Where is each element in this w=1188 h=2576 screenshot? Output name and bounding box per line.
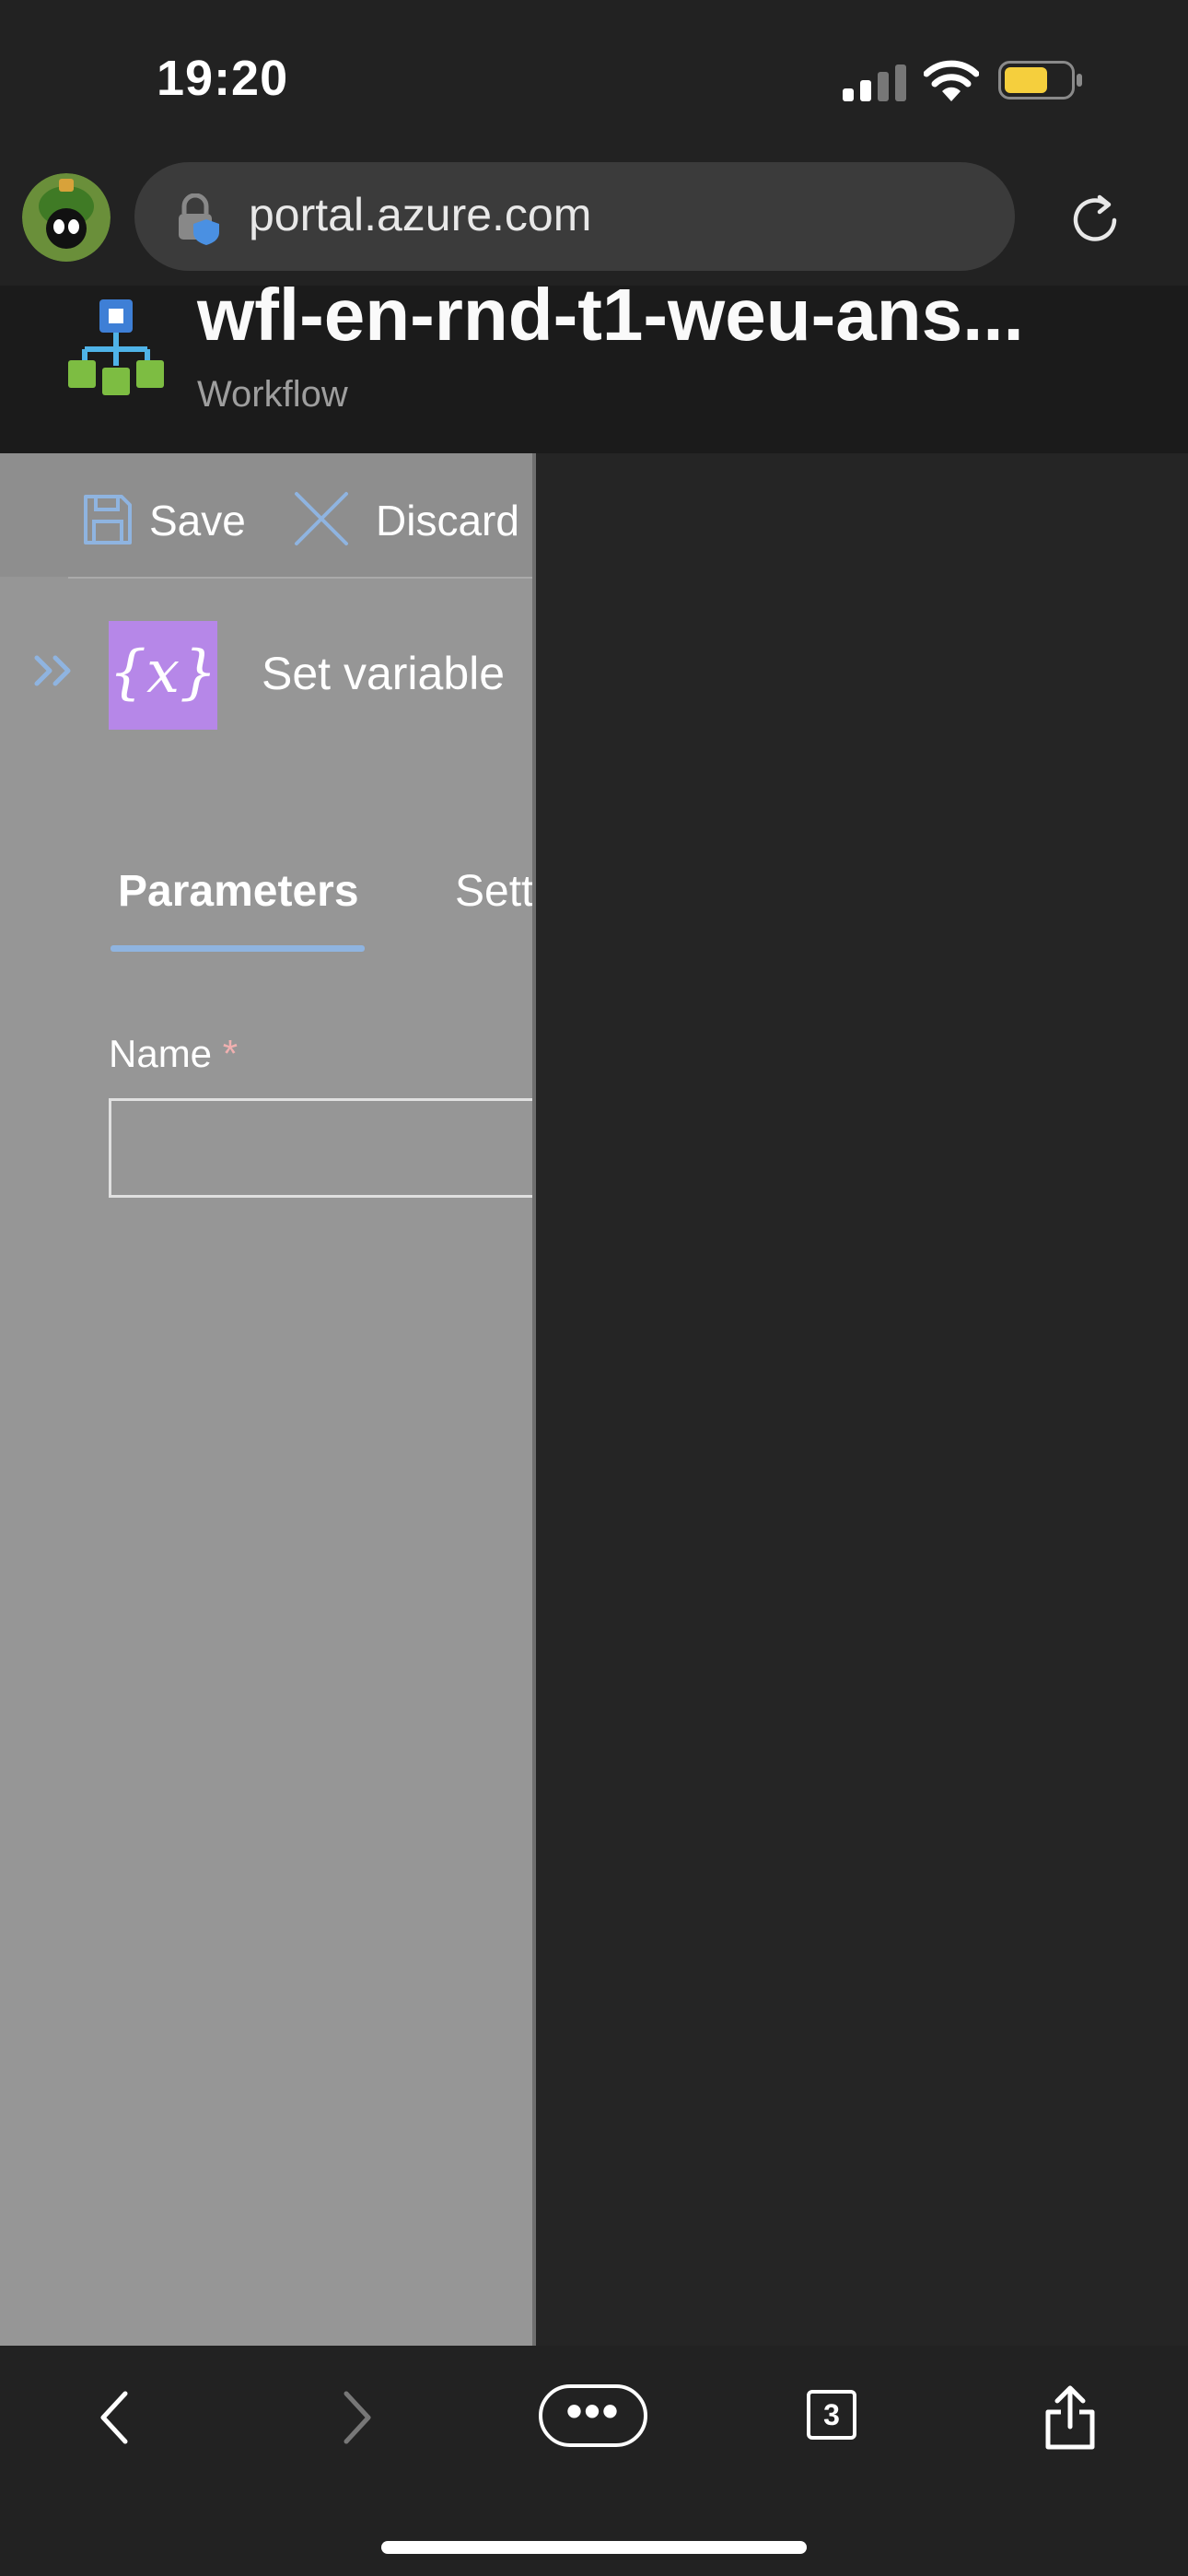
variable-icon-glyph: {x}: [109, 638, 217, 707]
resource-type-label: Workflow: [197, 374, 348, 415]
tabs-button[interactable]: 3: [807, 2390, 856, 2440]
action-title[interactable]: Set variable: [262, 647, 505, 700]
save-icon[interactable]: [83, 494, 133, 545]
status-time: 19:20: [157, 51, 289, 106]
tab-parameters[interactable]: Parameters: [118, 866, 359, 917]
name-input[interactable]: [109, 1098, 532, 1198]
back-chevron-icon[interactable]: [92, 2388, 138, 2447]
url-text[interactable]: portal.azure.com: [249, 188, 591, 241]
variable-icon: {x}: [109, 621, 217, 730]
forward-chevron-icon[interactable]: [333, 2388, 379, 2447]
save-button[interactable]: Save: [149, 496, 246, 545]
designer-canvas: [536, 453, 1188, 2346]
share-icon[interactable]: [1042, 2384, 1098, 2451]
action-details-panel: Save Discard {x} Set variable Parameters…: [0, 453, 532, 2346]
wifi-icon: [924, 60, 979, 101]
tab-count: 3: [823, 2398, 840, 2431]
home-indicator[interactable]: [381, 2541, 807, 2554]
name-field-label: Name *: [109, 1032, 238, 1076]
lock-shield-icon: [179, 193, 219, 245]
more-options-button[interactable]: •••: [539, 2384, 647, 2447]
discard-button[interactable]: Discard: [376, 496, 519, 545]
ellipsis-icon: •••: [565, 2385, 621, 2437]
reload-icon[interactable]: [1066, 192, 1124, 249]
close-icon[interactable]: [293, 490, 350, 547]
toolbar-divider: [68, 577, 532, 579]
double-chevron-right-icon[interactable]: [33, 652, 79, 689]
active-tab-indicator: [111, 945, 365, 952]
required-indicator: *: [222, 1032, 239, 1075]
workflow-icon: [68, 299, 164, 395]
profile-avatar[interactable]: [22, 173, 111, 262]
resource-title: wfl-en-rnd-t1-weu-ans...: [197, 274, 1024, 356]
tab-settings[interactable]: Sett: [455, 866, 532, 917]
name-label-text: Name: [109, 1032, 213, 1075]
battery-icon: [998, 61, 1082, 100]
cellular-signal-icon: [843, 64, 906, 101]
